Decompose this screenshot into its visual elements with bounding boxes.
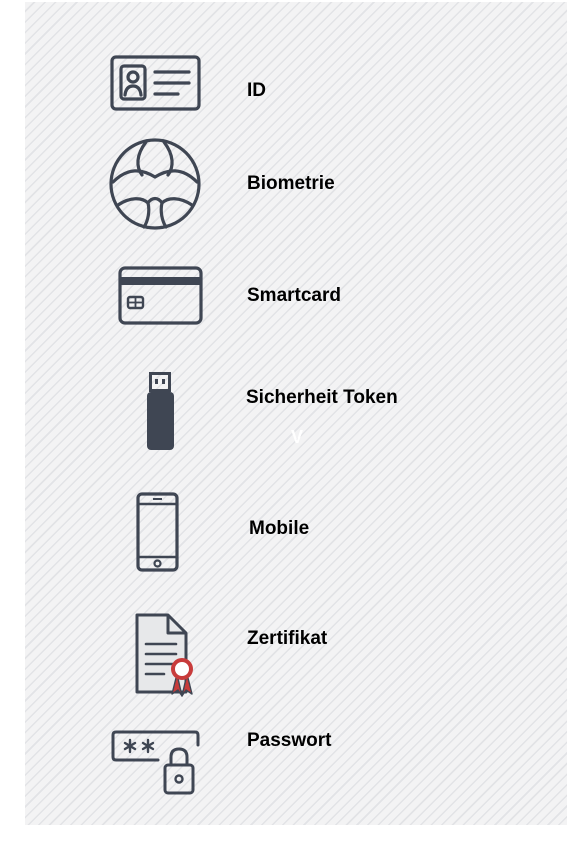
id-card-icon [110, 55, 202, 111]
item-label-smartcard: Smartcard [247, 285, 341, 306]
smartcard-icon [118, 266, 204, 326]
stray-mark: V [291, 427, 304, 447]
biometric-face-icon [108, 137, 202, 231]
item-label-id: ID [247, 80, 266, 101]
certificate-icon [134, 612, 198, 698]
striped-background-panel [25, 2, 567, 825]
item-label-passwort: Passwort [247, 730, 332, 751]
mobile-phone-icon [136, 492, 180, 572]
item-label-mobile: Mobile [249, 518, 310, 539]
usb-token-icon [144, 372, 178, 452]
item-label-sicherheit-token: Sicherheit Token [246, 387, 398, 408]
password-lock-icon [111, 727, 203, 797]
item-label-zertifikat: Zertifikat [247, 628, 328, 649]
item-label-biometrie: Biometrie [247, 173, 335, 194]
